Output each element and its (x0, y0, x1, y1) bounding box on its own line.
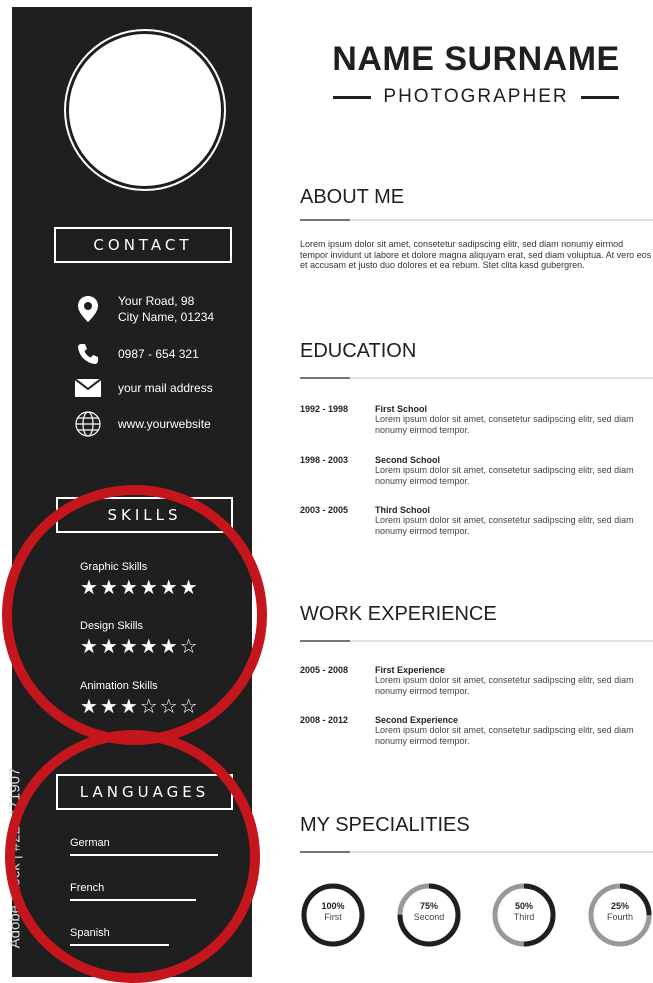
contact-heading: CONTACT (54, 227, 232, 263)
entry-years: 1998 - 2003 (300, 455, 349, 465)
website-url: www.yourwebsite (118, 417, 211, 431)
entry-description: Lorem ipsum dolor sit amet, consetetur s… (375, 465, 634, 486)
work-divider (300, 640, 653, 642)
skill-design: Design Skills ★★★★★☆ (80, 620, 200, 658)
skill-label: Design Skills (80, 620, 143, 632)
speciality-ring: 100% First (300, 882, 366, 948)
speciality-percent: 100% (321, 901, 345, 911)
language-level-bar (70, 899, 196, 901)
stock-watermark: Adobe Stock | #220471907 (6, 767, 24, 948)
entry-years: 2008 - 2012 (300, 715, 349, 725)
skill-animation: Animation Skills ★★★☆☆☆ (80, 680, 200, 718)
role-dash-left (333, 95, 372, 99)
entry-description: Lorem ipsum dolor sit amet, consetetur s… (375, 414, 634, 435)
speciality-label: First (324, 912, 342, 922)
speciality-percent: 75% (419, 901, 438, 911)
location-pin-icon (74, 295, 102, 323)
role-text: PHOTOGRAPHER (383, 86, 569, 107)
skill-label: Animation Skills (80, 680, 158, 692)
entry-description: Lorem ipsum dolor sit amet, consetetur s… (375, 515, 634, 536)
candidate-role: PHOTOGRAPHER (300, 86, 652, 108)
globe-icon (74, 410, 102, 438)
entry-title: Third School (375, 505, 430, 515)
entry-description: Lorem ipsum dolor sit amet, consetetur s… (375, 675, 634, 696)
speciality-ring: 75% Second (396, 882, 462, 948)
phone-icon (74, 340, 102, 368)
about-heading: ABOUT ME (300, 186, 405, 208)
sidebar: CONTACT Your Road, 98 City Name, 01234 0… (12, 7, 252, 977)
address-line-1: Your Road, 98 (118, 294, 195, 308)
work-heading: WORK EXPERIENCE (300, 603, 497, 625)
entry-years: 2005 - 2008 (300, 665, 349, 675)
star-rating-icon: ★★★★★☆ (80, 634, 200, 658)
speciality-ring: 25% Fourth (587, 882, 653, 948)
language-level-bar (70, 854, 218, 856)
language-label: German (70, 837, 110, 849)
star-rating-icon: ★★★☆☆☆ (80, 694, 200, 718)
entry-title: Second School (375, 455, 441, 465)
education-heading: EDUCATION (300, 340, 417, 362)
entry-years: 2003 - 2005 (300, 505, 349, 515)
contact-website: www.yourwebsite (74, 410, 211, 438)
education-divider (300, 377, 653, 379)
profile-photo-placeholder (69, 34, 221, 186)
languages-heading: LANGUAGES (56, 774, 233, 810)
entry-years: 1992 - 1998 (300, 404, 349, 414)
skill-label: Graphic Skills (80, 561, 148, 573)
speciality-label: Fourth (606, 912, 633, 922)
contact-phone: 0987 - 654 321 (74, 340, 199, 368)
star-rating-icon: ★★★★★★ (80, 575, 200, 599)
contact-email: your mail address (74, 374, 213, 402)
address-line-2: City Name, 01234 (118, 310, 215, 324)
language-level-bar (70, 944, 169, 946)
phone-number: 0987 - 654 321 (118, 347, 199, 361)
about-divider (300, 219, 653, 221)
entry-description: Lorem ipsum dolor sit amet, consetetur s… (375, 725, 634, 746)
about-text: Lorem ipsum dolor sit amet, consetetur s… (300, 239, 652, 270)
language-spanish: Spanish (70, 927, 169, 946)
email-address: your mail address (118, 381, 213, 395)
skills-heading: SKILLS (56, 497, 233, 533)
mail-icon (74, 374, 102, 402)
speciality-percent: 50% (514, 901, 533, 911)
specialities-divider (300, 851, 653, 853)
entry-title: First Experience (375, 665, 446, 675)
role-dash-right (580, 95, 619, 99)
speciality-label: Third (513, 912, 535, 922)
candidate-name: NAME SURNAME (332, 40, 620, 78)
language-label: Spanish (70, 927, 110, 939)
language-label: French (70, 882, 105, 894)
speciality-ring: 50% Third (491, 882, 557, 948)
speciality-label: Second (413, 912, 445, 922)
speciality-percent: 25% (610, 901, 629, 911)
contact-address: Your Road, 98 City Name, 01234 (74, 293, 214, 325)
specialities-heading: MY SPECIALITIES (300, 814, 470, 836)
entry-title: Second Experience (375, 715, 459, 725)
skill-graphic: Graphic Skills ★★★★★★ (80, 561, 200, 599)
entry-title: First School (375, 404, 428, 414)
language-german: German (70, 837, 218, 856)
language-french: French (70, 882, 196, 901)
